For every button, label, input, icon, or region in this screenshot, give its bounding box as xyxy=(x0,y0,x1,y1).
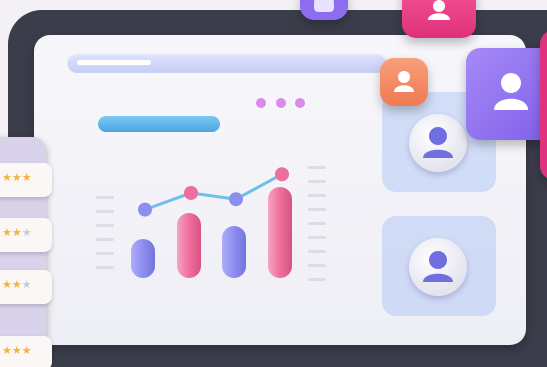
grid-tick xyxy=(308,264,326,267)
address-bar[interactable] xyxy=(67,53,387,73)
chart-bar xyxy=(268,187,292,278)
review-item[interactable]: ★★★ xyxy=(0,270,52,304)
trend-point xyxy=(229,192,243,207)
trend-line xyxy=(144,172,283,212)
star-rating: ★★★ xyxy=(2,278,32,291)
chart-bar xyxy=(131,239,155,278)
grid-tick xyxy=(308,278,326,281)
star-icon: ★ xyxy=(2,344,12,357)
avatar[interactable] xyxy=(409,114,467,172)
star-rating: ★★★ xyxy=(2,226,32,239)
grid-tick xyxy=(96,210,114,213)
grid-ticks-left xyxy=(96,196,114,269)
address-placeholder-line xyxy=(77,60,151,65)
grid-tick xyxy=(308,180,326,183)
star-rating: ★★★ xyxy=(2,344,32,357)
menu-dot-2[interactable] xyxy=(276,98,286,108)
star-icon: ★ xyxy=(21,171,32,184)
star-rating: ★★★ xyxy=(2,171,32,184)
star-icon: ★ xyxy=(11,226,22,239)
person-icon xyxy=(423,251,453,282)
grid-tick xyxy=(308,236,326,239)
grid-tick xyxy=(96,252,114,255)
star-icon: ★ xyxy=(21,344,32,357)
person-icon xyxy=(314,0,334,12)
grid-tick xyxy=(96,196,114,199)
grid-tick xyxy=(96,266,114,269)
grid-ticks-right xyxy=(308,166,326,281)
star-icon: ★ xyxy=(21,226,32,239)
dashboard-illustration: ★★★ ★★★ ★★★ ★★★ xyxy=(0,0,547,367)
trend-point xyxy=(184,185,198,200)
floating-tile-purple-small[interactable] xyxy=(300,0,348,20)
review-item[interactable]: ★★★ xyxy=(0,218,52,252)
grid-tick xyxy=(96,224,114,227)
menu-dot-3[interactable] xyxy=(295,98,305,108)
floating-tile-pink-top[interactable] xyxy=(402,0,476,38)
star-icon: ★ xyxy=(11,171,22,184)
floating-tile-orange[interactable] xyxy=(380,58,428,106)
chart-bar xyxy=(177,213,201,278)
bar-line-chart xyxy=(96,166,326,281)
star-icon: ★ xyxy=(2,278,12,291)
avatar[interactable] xyxy=(409,238,467,296)
star-icon: ★ xyxy=(11,344,22,357)
star-icon: ★ xyxy=(2,171,12,184)
menu-dot-1[interactable] xyxy=(256,98,266,108)
grid-tick xyxy=(96,238,114,241)
grid-tick xyxy=(308,194,326,197)
floating-tile-purple-large[interactable] xyxy=(466,48,547,140)
review-item[interactable]: ★★★ xyxy=(0,336,52,367)
trend-point xyxy=(138,202,152,217)
grid-tick xyxy=(308,166,326,169)
person-icon xyxy=(423,127,453,158)
star-icon: ★ xyxy=(21,278,32,291)
star-icon: ★ xyxy=(11,278,22,291)
review-item[interactable]: ★★★ xyxy=(0,163,52,197)
person-icon xyxy=(428,0,450,20)
floating-tile-pink-edge[interactable] xyxy=(540,30,547,180)
grid-tick xyxy=(308,222,326,225)
star-icon: ★ xyxy=(2,226,12,239)
grid-tick xyxy=(308,250,326,253)
person-icon xyxy=(394,71,414,92)
person-icon xyxy=(494,73,528,110)
grid-tick xyxy=(308,208,326,211)
chart-bar xyxy=(222,226,246,278)
trend-point xyxy=(275,167,289,182)
